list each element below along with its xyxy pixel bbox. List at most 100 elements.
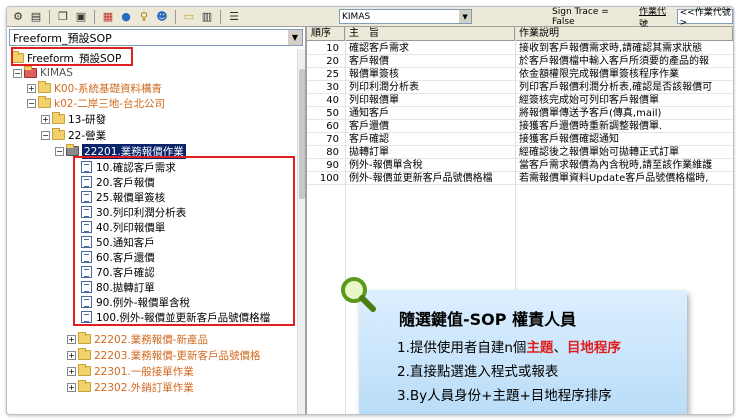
row-desc: 於客戶報價檔中輸入客戶所須要的產品的報 [519, 56, 709, 67]
table-row[interactable]: 90 例外-報價單含稅 當客戶需求報價為內含稅時,請至該作業維護 [307, 159, 733, 172]
table-row[interactable]: 25 報價單簽核 依金額權限完成報價單簽核程序作業 [307, 68, 733, 81]
callout-keyword-subject: 主題 [526, 340, 554, 356]
tree-leaf[interactable]: 50.通知客戶 [81, 235, 155, 249]
table-row[interactable]: 70 客戶確認 接獲客戶報價確認通知 [307, 133, 733, 146]
expand-icon[interactable]: + [41, 114, 50, 124]
tree-leaf[interactable]: 30.列印利潤分析表 [81, 205, 186, 219]
table-row[interactable]: 50 通知客戶 將報價單傳送予客戶(傳真,mail) [307, 107, 733, 120]
callout-title: 隨選鍵值-SOP 權責人員 [399, 310, 577, 329]
user-icon[interactable]: ☻ [154, 9, 170, 25]
folder-icon [38, 81, 51, 93]
collapse-icon[interactable]: − [27, 98, 36, 108]
table-row[interactable]: 40 列印報價單 經簽核完成始可列印客戶報價單 [307, 94, 733, 107]
header-desc[interactable]: 作業說明 [515, 27, 733, 40]
folder-icon [52, 128, 65, 140]
row-desc: 經簽核完成始可列印客戶報價單 [519, 95, 659, 106]
header-subject[interactable]: 主 旨 [345, 27, 515, 40]
folder-icon [52, 112, 65, 124]
tree-node-13[interactable]: + 13-研發 [41, 112, 106, 126]
globe-icon[interactable]: ● [118, 9, 134, 25]
row-subject: 確認客戶需求 [349, 43, 409, 54]
folder-icon[interactable]: ▭ [181, 9, 197, 25]
document-icon [81, 176, 92, 188]
tree-leaf-label: 50.通知客戶 [96, 236, 155, 249]
copy-icon[interactable]: ❐ [55, 9, 71, 25]
callout-keyword-target: 目地程序 [566, 340, 621, 356]
tree-leaf[interactable]: 100.例外-報價並更新客戶品號價格檔 [81, 310, 270, 324]
tree-node-label: KIMAS [40, 67, 73, 79]
table-row[interactable]: 30 列印利潤分析表 列印客戶報價利潤分析表,確認是否該報價可 [307, 81, 733, 94]
tree-scrollbar[interactable] [297, 49, 305, 414]
table-row[interactable]: 60 客戶還價 接獲客戶還價時重新調整報價單. [307, 120, 733, 133]
folder-icon [78, 348, 91, 360]
expand-icon[interactable]: + [27, 83, 36, 93]
tree-node-k02[interactable]: − k02-二岸三地-台北公司 [27, 96, 165, 110]
row-subject: 通知客戶 [349, 108, 389, 119]
expand-icon[interactable]: + [67, 366, 76, 376]
expand-icon[interactable]: + [67, 382, 76, 392]
sop-select[interactable]: Freeform_預設SOP ▼ [9, 29, 303, 46]
tree-node-22[interactable]: − 22-營業 [41, 128, 106, 142]
tree-leaf[interactable]: 40.列印報價單 [81, 220, 165, 234]
tree-leaf[interactable]: 80.拋轉訂單 [81, 280, 155, 294]
folder-icon [38, 96, 51, 108]
header-seq[interactable]: 順序 [307, 27, 345, 40]
row-subject: 列印利潤分析表 [349, 82, 419, 93]
tree-node-label: k02-二岸三地-台北公司 [54, 97, 166, 110]
callout-line-2: 2.直接點選進入程式或報表 [397, 364, 559, 380]
table-row[interactable]: 80 拋轉訂單 經確認後之報價單始可拋轉正式訂單 [307, 146, 733, 159]
tree-node-22203[interactable]: + 22203.業務報價-更新客戶品號價格 [67, 348, 261, 362]
tree-node-22202[interactable]: + 22202.業務報價-新產品 [67, 332, 208, 346]
chevron-down-icon[interactable]: ▼ [459, 10, 472, 23]
tree-node-22201[interactable]: − 22201.業務報價作業 [55, 143, 186, 159]
row-desc: 將報價單傳送予客戶(傳真,mail) [519, 108, 662, 119]
tree-leaf[interactable]: 20.客戶報價 [81, 175, 155, 189]
scrollbar-thumb[interactable] [299, 69, 305, 199]
callout-line-1: 1.提供使用者自建n個主題、目地程序 [397, 336, 621, 356]
document-icon [81, 311, 92, 323]
tree-node-k00[interactable]: + K00-系統基礎資料構青 [27, 81, 162, 95]
callout-line-3: 3.By人員身份+主題+目地程序排序 [397, 388, 612, 404]
expand-icon[interactable]: + [67, 334, 76, 344]
toolbar-separator [175, 9, 176, 24]
collapse-icon[interactable]: − [55, 146, 64, 156]
row-desc: 接收到客戶報價需求時,請確認其需求狀態 [519, 43, 703, 54]
grid-icon[interactable]: ▦ [100, 9, 116, 25]
chevron-down-icon[interactable]: ▼ [288, 30, 302, 45]
row-subject: 報價單簽核 [349, 69, 399, 80]
tree-node-label-selected: 22201.業務報價作業 [82, 143, 186, 159]
tree-leaf[interactable]: 25.報價單簽核 [81, 190, 165, 204]
table-icon[interactable]: ▥ [199, 9, 215, 25]
tree-leaf[interactable]: 90.例外-報價單含稅 [81, 295, 190, 309]
callout-separator: 、 [553, 340, 567, 356]
table-row[interactable]: 20 客戶報價 於客戶報價檔中輸入客戶所須要的產品的報 [307, 55, 733, 68]
tree-node-22302[interactable]: + 22302.外銷訂單作業 [67, 380, 194, 394]
tree-root-label: Freeform_預設SOP [27, 52, 122, 65]
tree-root[interactable]: Freeform_預設SOP [11, 51, 121, 65]
settings-icon[interactable]: ⚙ [10, 9, 26, 25]
job-code-field[interactable]: <<作業代號> [676, 8, 733, 28]
row-desc: 依金額權限完成報價單簽核程序作業 [519, 69, 679, 80]
tree-leaf[interactable]: 70.客戶確認 [81, 265, 155, 279]
print-icon[interactable]: ▤ [28, 9, 44, 25]
row-seq: 90 [326, 160, 339, 171]
collapse-icon[interactable]: − [41, 130, 50, 140]
tree-leaf-label: 25.報價單簽核 [96, 191, 166, 204]
key-icon[interactable]: ♀ [136, 9, 152, 25]
list-icon[interactable]: ☰ [226, 9, 242, 25]
table-row[interactable]: 10 確認客戶需求 接收到客戶報價需求時,請確認其需求狀態 [307, 42, 733, 55]
tree-node-kimas[interactable]: − KIMAS [13, 66, 73, 80]
collapse-icon[interactable]: − [13, 68, 22, 78]
row-seq: 40 [326, 95, 339, 106]
company-icon [24, 66, 37, 78]
row-subject: 例外-報價單含稅 [349, 160, 423, 171]
company-select[interactable]: KIMAS ▼ [339, 9, 473, 24]
table-row[interactable]: 100 例外-報價並更新客戶品號價格檔 若需報價單資料Update客戶品號價格檔時, [307, 172, 733, 185]
expand-icon[interactable]: + [67, 350, 76, 360]
paste-icon[interactable]: ▣ [73, 9, 89, 25]
tree-leaf[interactable]: 10.確認客戶需求 [81, 160, 176, 174]
tree-leaf[interactable]: 60.客戶還價 [81, 250, 155, 264]
tree-leaf-label: 30.列印利潤分析表 [96, 206, 187, 219]
tree-node-22301[interactable]: + 22301.一般接單作業 [67, 364, 194, 378]
folder-icon [78, 364, 91, 376]
